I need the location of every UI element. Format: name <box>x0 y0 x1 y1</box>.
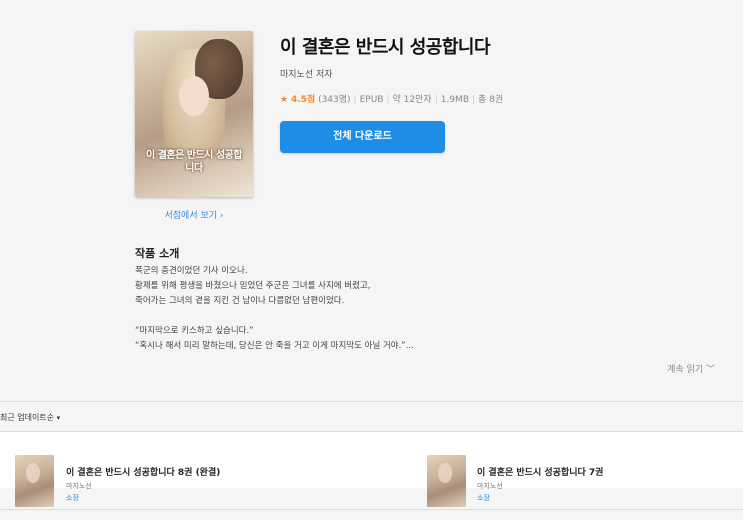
volume-thumbnail[interactable] <box>427 455 466 507</box>
volume-author: 마지노선 <box>66 482 92 490</box>
volume-title[interactable]: 이 결혼은 반드시 성공합니다 8권 (완결) <box>66 465 220 478</box>
book-meta: ★ 4.5점 (343명) | EPUB | 약 12만자 | 1.9MB | 총 8권 <box>280 95 504 105</box>
volume-list <box>0 432 743 488</box>
book-cover: 이 결혼은 반드시 성공합니다 <box>135 31 253 197</box>
volume-title[interactable]: 이 결혼은 반드시 성공합니다 7권 <box>477 465 603 478</box>
sort-label: 최근 업데이트순 <box>0 413 55 422</box>
intro-line: 폭군의 충견이었던 기사 이오나. <box>135 266 248 276</box>
divider <box>0 401 743 402</box>
download-all-button[interactable]: 전체 다운로드 <box>280 121 445 153</box>
owned-badge: 소장 <box>66 494 79 502</box>
caret-down-icon: ▾ <box>56 414 61 422</box>
page-footer-gap <box>0 510 743 520</box>
chars-label: 약 12만자 <box>392 95 432 105</box>
volumes-label: 총 8권 <box>478 95 504 105</box>
intro-line: 죽어가는 그녀의 곁을 지킨 건 남이나 다름없던 남편이었다. <box>135 296 345 306</box>
size-label: 1.9MB <box>440 95 469 105</box>
format-label: EPUB <box>359 95 384 105</box>
owned-badge: 소장 <box>477 494 490 502</box>
rating-count: (343명) <box>318 95 351 105</box>
intro-line: “마지막으로 키스하고 싶습니다.” <box>135 326 254 336</box>
rating-score: 4.5점 <box>290 95 316 105</box>
intro-line: “혹시나 해서 미리 말하는데, 당신은 안 죽을 거고 이게 마지막도 아닐 … <box>135 341 414 351</box>
cover-title-art: 이 결혼은 반드시 성공합니다 <box>146 150 242 174</box>
page-title: 이 결혼은 반드시 성공합니다 <box>280 37 491 58</box>
star-icon: ★ <box>280 95 289 105</box>
store-link[interactable]: 서점에서 보기 › <box>135 208 253 221</box>
intro-text: 폭군의 충견이었던 기사 이오나. 황제를 위해 평생을 바쳤으나 믿었던 주군… <box>135 264 615 354</box>
volume-author: 마지노선 <box>477 482 503 490</box>
intro-line: 황제를 위해 평생을 바쳤으나 믿었던 주군은 그녀를 사지에 버렸고, <box>135 281 371 291</box>
sort-dropdown[interactable]: 최근 업데이트순 ▾ <box>0 412 60 423</box>
author-label[interactable]: 마지노선 저자 <box>280 67 333 80</box>
volume-thumbnail[interactable] <box>15 455 54 507</box>
read-more-link[interactable]: 계속 읽기 ﹀ <box>667 362 715 375</box>
intro-heading: 작품 소개 <box>135 247 180 260</box>
